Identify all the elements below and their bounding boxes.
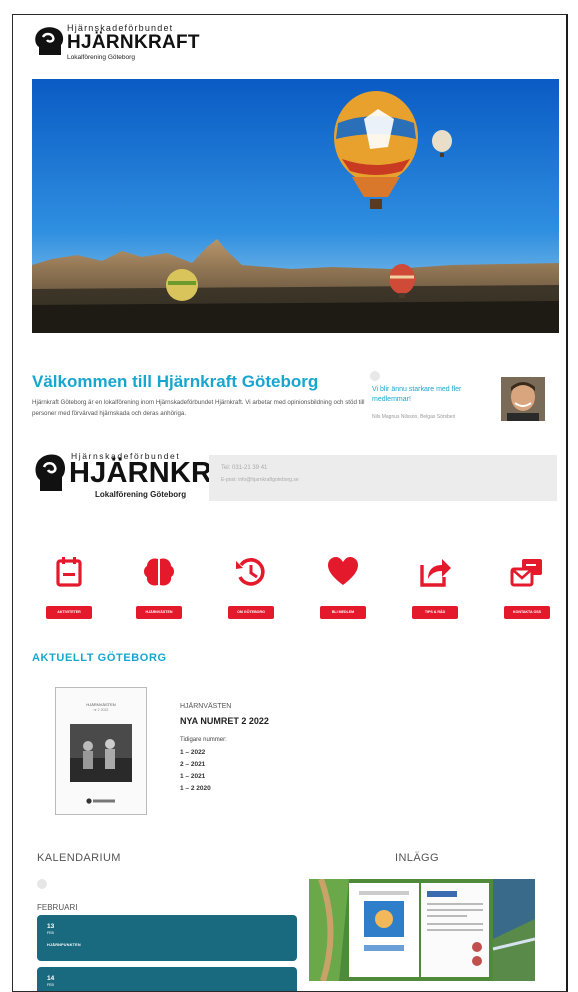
event-name: HJÄRNPUNKTEN xyxy=(47,943,81,947)
contact-icon xyxy=(510,559,542,587)
magazine-label: HJÄRNVÄSTEN xyxy=(180,703,232,710)
post-image[interactable] xyxy=(309,879,535,981)
cover-subtitle: nr 2 2022 xyxy=(93,708,109,712)
loading-dot-icon xyxy=(370,371,380,381)
event-month: FEB xyxy=(47,931,54,935)
welcome-text: Hjärnkraft Göteborg är en lokalförening … xyxy=(32,399,365,417)
hero-image xyxy=(32,79,559,333)
cover-title: HJÄRNVÄSTEN xyxy=(86,702,116,707)
quicklink-label[interactable]: OM GÖTEBORG xyxy=(228,606,274,619)
quicklink-label[interactable]: HJÄRNVÄSTEN xyxy=(136,606,182,619)
quicklink-label[interactable]: TIPS & RÅD xyxy=(412,606,458,619)
quicklinks-row: AKTIVITETER HJÄRNVÄSTEN OM GÖTEBORG BLI … xyxy=(13,555,566,625)
calendar-event[interactable]: 13 FEB HJÄRNPUNKTEN xyxy=(37,915,297,961)
page-frame: Hjärnskadeförbundet HJÄRNKRAFT Lokalföre… xyxy=(12,14,568,992)
brain-icon xyxy=(144,558,174,586)
welcome-title: Välkommen till Hjärnkraft Göteborg xyxy=(32,372,319,391)
quicklink-label[interactable]: AKTIVITETER xyxy=(46,606,92,619)
quicklink-label[interactable]: KONTAKTA OSS xyxy=(504,606,550,619)
event-month: FEB xyxy=(47,983,54,987)
head-logo-icon xyxy=(35,454,65,491)
member-promo: Vi blir ännu starkare med fler medlemmar… xyxy=(370,371,500,431)
site-logo[interactable]: Hjärnskadeförbundet HJÄRNKRAFT Lokalföre… xyxy=(33,23,200,63)
quicklink-tips-rad[interactable]: TIPS & RÅD xyxy=(405,555,465,625)
section-title-inlagg: INLÄGG xyxy=(395,852,439,864)
quicklink-hjarnvasten[interactable]: HJÄRNVÄSTEN xyxy=(129,555,189,625)
footer-logo[interactable]: Hjärnskadeförbundet HJÄRNKRAFT Lokalföre… xyxy=(33,451,269,501)
event-day: 14 xyxy=(47,975,55,982)
magazine-number-link[interactable]: NYA NUMRET 2 2022 xyxy=(180,716,380,726)
previous-issue-link[interactable]: 1 – 2 2020 xyxy=(180,783,380,795)
cover-logo-icon xyxy=(86,798,115,804)
section-title-kalendarium: KALENDARIUM xyxy=(37,852,121,864)
magazine-info: HJÄRNVÄSTEN NYA NUMRET 2 2022 Tidigare n… xyxy=(180,703,380,795)
heart-icon xyxy=(328,557,358,585)
calendar-event[interactable]: 14 FEB xyxy=(37,967,297,991)
previous-issue-link[interactable]: 2 – 2021 xyxy=(180,759,380,771)
quicklink-om-goteborg[interactable]: OM GÖTEBORG xyxy=(221,555,281,625)
logo-brand: HJÄRNKRAFT xyxy=(67,32,200,53)
contact-phone[interactable]: Tel: 031-21 39 41 xyxy=(221,465,267,471)
contact-box: Tel: 031-21 39 41 E-post: info@hjarnkraf… xyxy=(209,455,557,501)
previous-issue-link[interactable]: 1 – 2021 xyxy=(180,771,380,783)
previous-issue-link[interactable]: 1 – 2022 xyxy=(180,747,380,759)
history-icon xyxy=(236,558,265,586)
member-link[interactable]: Vi blir ännu starkare med fler medlemmar… xyxy=(372,385,488,405)
calendar-month: FEBRUARI xyxy=(37,903,78,912)
previous-issues-label: Tidigare nummer: xyxy=(180,737,227,743)
quicklink-aktiviteter[interactable]: AKTIVITETER xyxy=(39,555,99,625)
previous-issues-list: 1 – 2022 2 – 2021 1 – 2021 1 – 2 2020 xyxy=(180,747,380,795)
logo-subtitle: Lokalförening Göteborg xyxy=(95,490,187,499)
member-caption: Nils Magnus Nilsson, Belgas Sörsberi xyxy=(372,414,456,420)
section-title-aktuellt: AKTUELLT GÖTEBORG xyxy=(32,652,167,664)
event-day: 13 xyxy=(47,923,55,930)
contact-email[interactable]: E-post: info@hjarnkraftgoteborg.se xyxy=(221,477,299,483)
loading-dot-icon xyxy=(37,879,47,889)
share-icon xyxy=(420,559,451,587)
magazine-cover[interactable]: HJÄRNVÄSTEN nr 2 2022 xyxy=(55,687,147,815)
quicklink-bli-medlem[interactable]: BLI MEDLEM xyxy=(313,555,373,625)
quicklink-label[interactable]: BLI MEDLEM xyxy=(320,606,366,619)
avatar xyxy=(501,377,545,421)
head-logo-icon xyxy=(35,27,64,55)
cover-photo xyxy=(70,724,132,782)
calendar-icon xyxy=(56,557,82,587)
logo-subtitle: Lokalförening Göteborg xyxy=(67,54,135,61)
quicklink-kontakta-oss[interactable]: KONTAKTA OSS xyxy=(497,555,557,625)
